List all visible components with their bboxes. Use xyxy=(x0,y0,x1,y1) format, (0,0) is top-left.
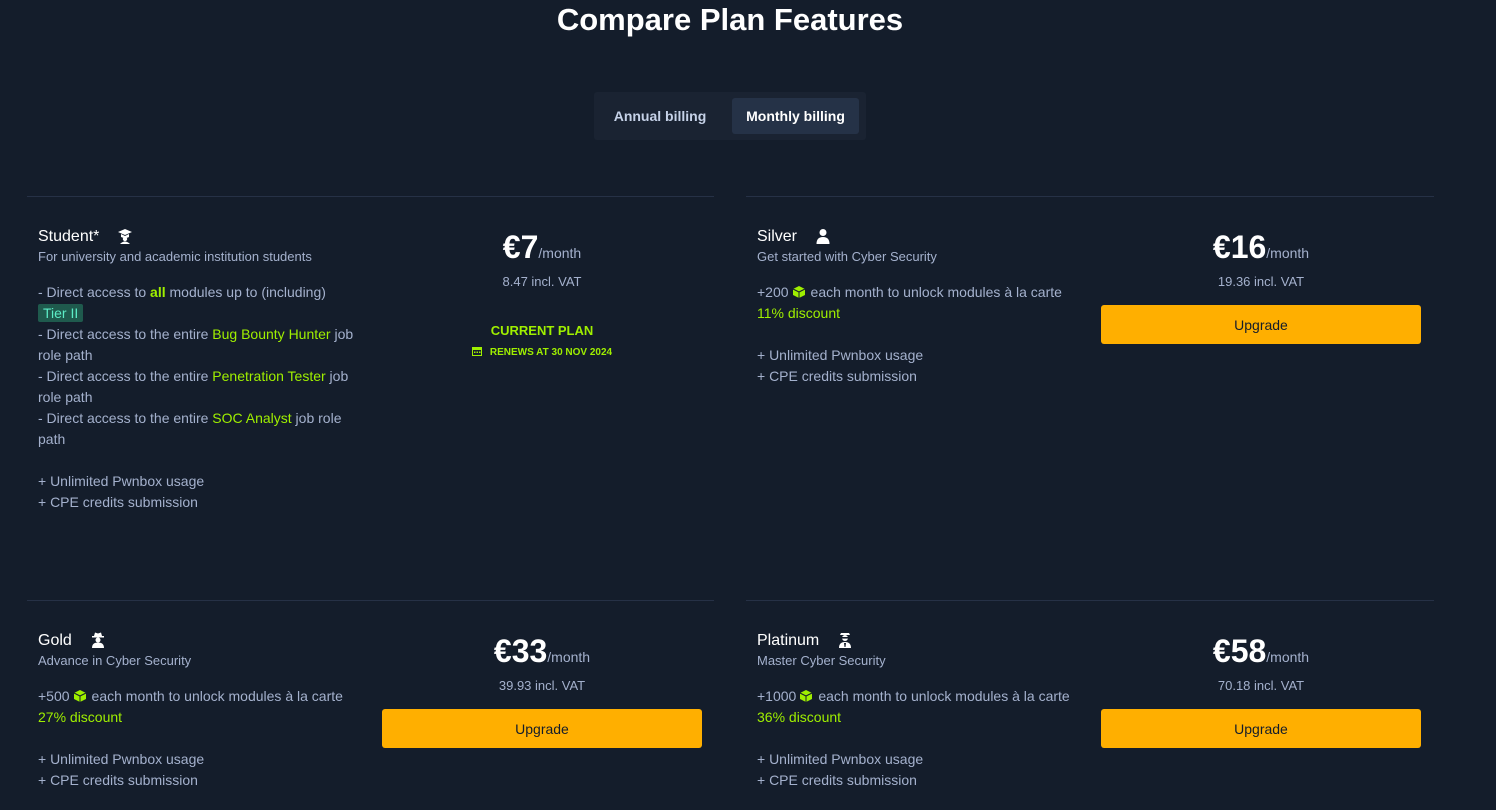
plan-card-student: Student* For university and academic ins… xyxy=(27,196,714,566)
page-title: Compare Plan Features xyxy=(556,2,904,37)
penetration-tester-link[interactable]: Penetration Tester xyxy=(212,368,325,384)
plan-tagline: Advance in Cyber Security xyxy=(38,652,192,668)
upgrade-button-gold[interactable]: Upgrade xyxy=(382,709,702,748)
cube-icon xyxy=(800,689,813,702)
plan-card-platinum: Platinum Master Cyber Security +1000 each… xyxy=(746,600,1434,810)
plan-price: €33 xyxy=(493,633,548,669)
plan-name: Silver xyxy=(757,227,798,245)
student-graduation-cap-icon xyxy=(118,229,133,245)
feature-cpe: + CPE credits submission xyxy=(757,771,917,788)
feature-all-modules: - Direct access to all modules up to (in… xyxy=(38,283,326,322)
feature-cpe: + CPE credits submission xyxy=(38,493,198,510)
feature-cubes: +200 each month to unlock modules à la ca… xyxy=(757,283,1062,300)
feature-bug-bounty-path: - Direct access to the entire Bug Bounty… xyxy=(38,325,354,363)
feature-pwnbox: + Unlimited Pwnbox usage xyxy=(38,472,205,489)
price-incl-vat: 70.18 incl. VAT xyxy=(1217,678,1305,693)
discount-label: 11% discount xyxy=(757,304,841,321)
discount-label: 27% discount xyxy=(38,708,123,725)
bug-bounty-hunter-link[interactable]: Bug Bounty Hunter xyxy=(212,326,330,342)
user-icon xyxy=(816,229,830,245)
plan-tagline: Master Cyber Security xyxy=(757,652,886,668)
billing-toggle: Annual billing Monthly billing xyxy=(594,92,866,140)
plan-name: Student* xyxy=(38,227,100,245)
price-period: /month xyxy=(1266,649,1310,665)
current-plan-label: CURRENT PLAN xyxy=(490,323,594,338)
upgrade-button-platinum[interactable]: Upgrade xyxy=(1101,709,1421,748)
plan-tagline: For university and academic institution … xyxy=(38,248,312,264)
soc-analyst-link[interactable]: SOC Analyst xyxy=(212,410,291,426)
discount-label: 36% discount xyxy=(757,708,842,725)
plan-card-silver: Silver Get started with Cyber Security +… xyxy=(746,196,1434,566)
plan-price: €7 xyxy=(502,229,539,265)
expert-user-icon xyxy=(839,633,852,649)
renewal-date: RENEWS AT 30 NOV 2024 xyxy=(382,346,702,358)
cube-icon xyxy=(792,285,805,298)
feature-pwnbox: + Unlimited Pwnbox usage xyxy=(757,750,924,767)
plan-name: Gold xyxy=(38,631,72,649)
hacker-spy-icon xyxy=(91,632,104,649)
price-incl-vat: 8.47 incl. VAT xyxy=(502,274,582,289)
plan-name: Platinum xyxy=(757,631,820,649)
feature-pentester-path: - Direct access to the entire Penetratio… xyxy=(38,367,349,405)
feature-cpe: + CPE credits submission xyxy=(38,771,198,788)
feature-cubes: +1000 each month to unlock modules à la c… xyxy=(757,687,1070,704)
tier-badge: Tier II xyxy=(38,303,84,322)
price-period: /month xyxy=(538,245,582,261)
feature-pwnbox: + Unlimited Pwnbox usage xyxy=(757,346,924,363)
feature-cpe: + CPE credits submission xyxy=(757,367,917,384)
cube-icon xyxy=(73,689,86,702)
upgrade-button-silver[interactable]: Upgrade xyxy=(1101,305,1421,344)
plan-price: €58 xyxy=(1212,633,1267,669)
annual-billing-tab[interactable]: Annual billing xyxy=(602,98,718,134)
price-period: /month xyxy=(547,649,591,665)
plan-price: €16 xyxy=(1212,229,1267,265)
feature-cubes: +500 each month to unlock modules à la ca… xyxy=(38,687,343,704)
plan-card-gold: Gold Advance in Cyber Security +500 each … xyxy=(27,600,714,810)
calendar-icon xyxy=(471,347,482,356)
monthly-billing-tab[interactable]: Monthly billing xyxy=(732,98,859,134)
price-incl-vat: 19.36 incl. VAT xyxy=(1217,274,1305,289)
feature-pwnbox: + Unlimited Pwnbox usage xyxy=(38,750,205,767)
plan-tagline: Get started with Cyber Security xyxy=(757,248,937,264)
feature-soc-analyst-path: - Direct access to the entire SOC Analys… xyxy=(38,409,342,447)
price-incl-vat: 39.93 incl. VAT xyxy=(498,678,586,693)
price-period: /month xyxy=(1266,245,1310,261)
